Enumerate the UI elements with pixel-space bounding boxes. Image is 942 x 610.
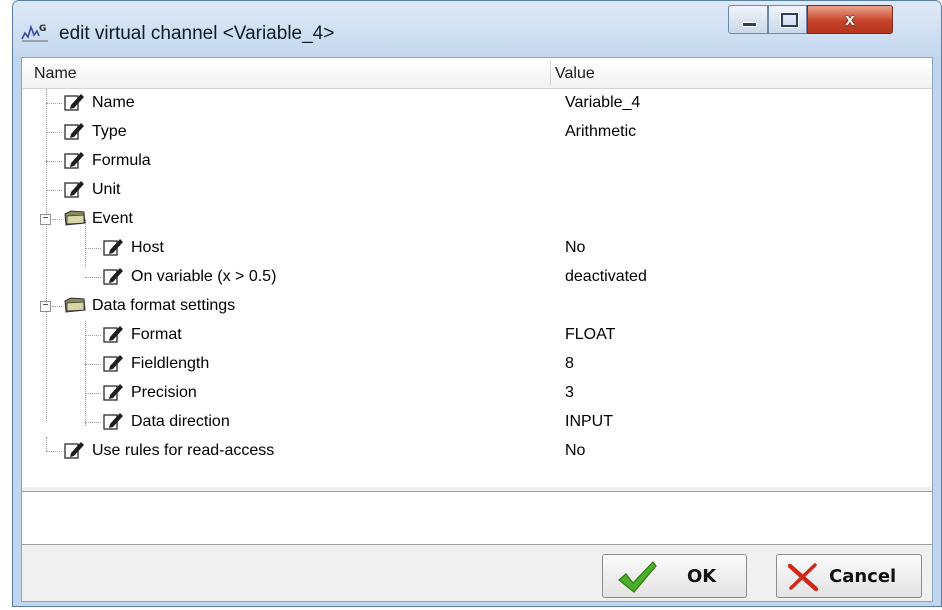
tree-connector — [85, 364, 101, 365]
column-header-value[interactable]: Value — [555, 65, 595, 83]
maximize-icon — [781, 13, 798, 27]
tree-row-label: Unit — [92, 181, 121, 198]
tree-row-value[interactable]: INPUT — [565, 413, 613, 431]
tree-row-unit[interactable]: Unit — [22, 176, 932, 205]
tree-connector — [85, 248, 101, 249]
tree-connector — [46, 132, 62, 133]
tree-row-data-direction[interactable]: Data direction INPUT — [22, 408, 932, 437]
tree-row-value[interactable]: 8 — [565, 355, 574, 373]
minimize-icon — [742, 22, 757, 27]
column-divider[interactable] — [550, 61, 551, 85]
tree-row-type[interactable]: Type Arithmetic — [22, 118, 932, 147]
edit-pencil-icon — [103, 326, 123, 343]
tree-connector — [46, 103, 62, 104]
tree-row-label: On variable (x > 0.5) — [131, 268, 277, 285]
column-header: Name Value — [22, 58, 932, 89]
tree-row-label: Event — [92, 210, 133, 227]
ok-button-label: OK — [687, 566, 717, 587]
tree-row-formula[interactable]: Formula — [22, 147, 932, 176]
edit-pencil-icon — [64, 123, 84, 140]
window-title: edit virtual channel <Variable_4> — [59, 23, 335, 44]
tree-connector — [85, 335, 101, 336]
tree-row-event[interactable]: − Event — [22, 205, 932, 234]
tree-row-precision[interactable]: Precision 3 — [22, 379, 932, 408]
tree-row-value[interactable]: deactivated — [565, 268, 647, 286]
edit-pencil-icon — [103, 355, 123, 372]
tree-row-label: Fieldlength — [131, 355, 210, 372]
tree-row-label: Data format settings — [92, 297, 236, 314]
tree-row-label: Host — [131, 239, 164, 256]
cancel-button[interactable]: Cancel — [776, 554, 922, 598]
edit-pencil-icon — [64, 152, 84, 169]
tree-connector — [46, 190, 62, 191]
edit-pencil-icon — [64, 94, 84, 111]
maximize-button[interactable] — [768, 5, 807, 34]
tree-row-value[interactable]: Arithmetic — [565, 123, 636, 141]
tree-row-host[interactable]: Host No — [22, 234, 932, 263]
tree-row-data-format[interactable]: − Data format settings — [22, 292, 932, 321]
property-tree: Name Variable_4 Type Arithmetic Formula … — [22, 89, 932, 487]
tree-connector — [85, 277, 101, 278]
svg-text:G: G — [39, 24, 46, 34]
tree-row-label: Data direction — [131, 413, 230, 430]
edit-pencil-icon — [103, 384, 123, 401]
tree-row-label: Format — [131, 326, 182, 343]
collapse-icon[interactable]: − — [40, 301, 51, 312]
column-header-name[interactable]: Name — [34, 65, 77, 83]
cross-icon — [787, 563, 819, 592]
tree-row-value[interactable]: 3 — [565, 384, 574, 402]
tree-connector — [52, 219, 62, 220]
tree-row-format[interactable]: Format FLOAT — [22, 321, 932, 350]
tree-row-use-rules[interactable]: Use rules for read-access No — [22, 437, 932, 466]
tree-row-value[interactable]: No — [565, 442, 585, 460]
tree-connector — [52, 306, 62, 307]
tree-row-value[interactable]: No — [565, 239, 585, 257]
checkmark-icon — [618, 561, 657, 593]
edit-pencil-icon — [103, 413, 123, 430]
tree-row-label: Use rules for read-access — [92, 442, 275, 459]
edit-pencil-icon — [64, 442, 84, 459]
close-icon: x — [845, 10, 855, 29]
client-area: Name Value Name Variable_4 Type Arithmet… — [21, 57, 933, 602]
tree-row-label: Precision — [131, 384, 197, 401]
tree-row-label: Formula — [92, 152, 151, 169]
tree-connector — [46, 161, 62, 162]
description-panel — [22, 491, 932, 545]
dialog-window: G edit virtual channel <Variable_4> x Na… — [12, 0, 942, 607]
tree-row-label: Type — [92, 123, 127, 140]
ok-button[interactable]: OK — [602, 554, 747, 598]
tree-row-fieldlength[interactable]: Fieldlength 8 — [22, 350, 932, 379]
tree-connector — [46, 451, 62, 452]
tree-connector — [85, 422, 101, 423]
tree-row-name[interactable]: Name Variable_4 — [22, 89, 932, 118]
tree-row-label: Name — [92, 94, 135, 111]
close-button[interactable]: x — [807, 5, 893, 34]
cancel-button-label: Cancel — [829, 566, 897, 587]
tree-row-value[interactable]: Variable_4 — [565, 94, 640, 112]
edit-pencil-icon — [64, 181, 84, 198]
minimize-button[interactable] — [728, 5, 768, 34]
folder-icon — [64, 210, 86, 226]
tree-line-last — [46, 437, 47, 451]
tree-row-value[interactable]: FLOAT — [565, 326, 615, 344]
edit-pencil-icon — [103, 268, 123, 285]
folder-icon — [64, 297, 86, 313]
tree-connector — [85, 393, 101, 394]
app-icon: G — [21, 24, 48, 42]
tree-row-on-variable[interactable]: On variable (x > 0.5) deactivated — [22, 263, 932, 292]
title-bar[interactable]: G edit virtual channel <Variable_4> x — [13, 1, 941, 57]
edit-pencil-icon — [103, 239, 123, 256]
collapse-icon[interactable]: − — [40, 214, 51, 225]
